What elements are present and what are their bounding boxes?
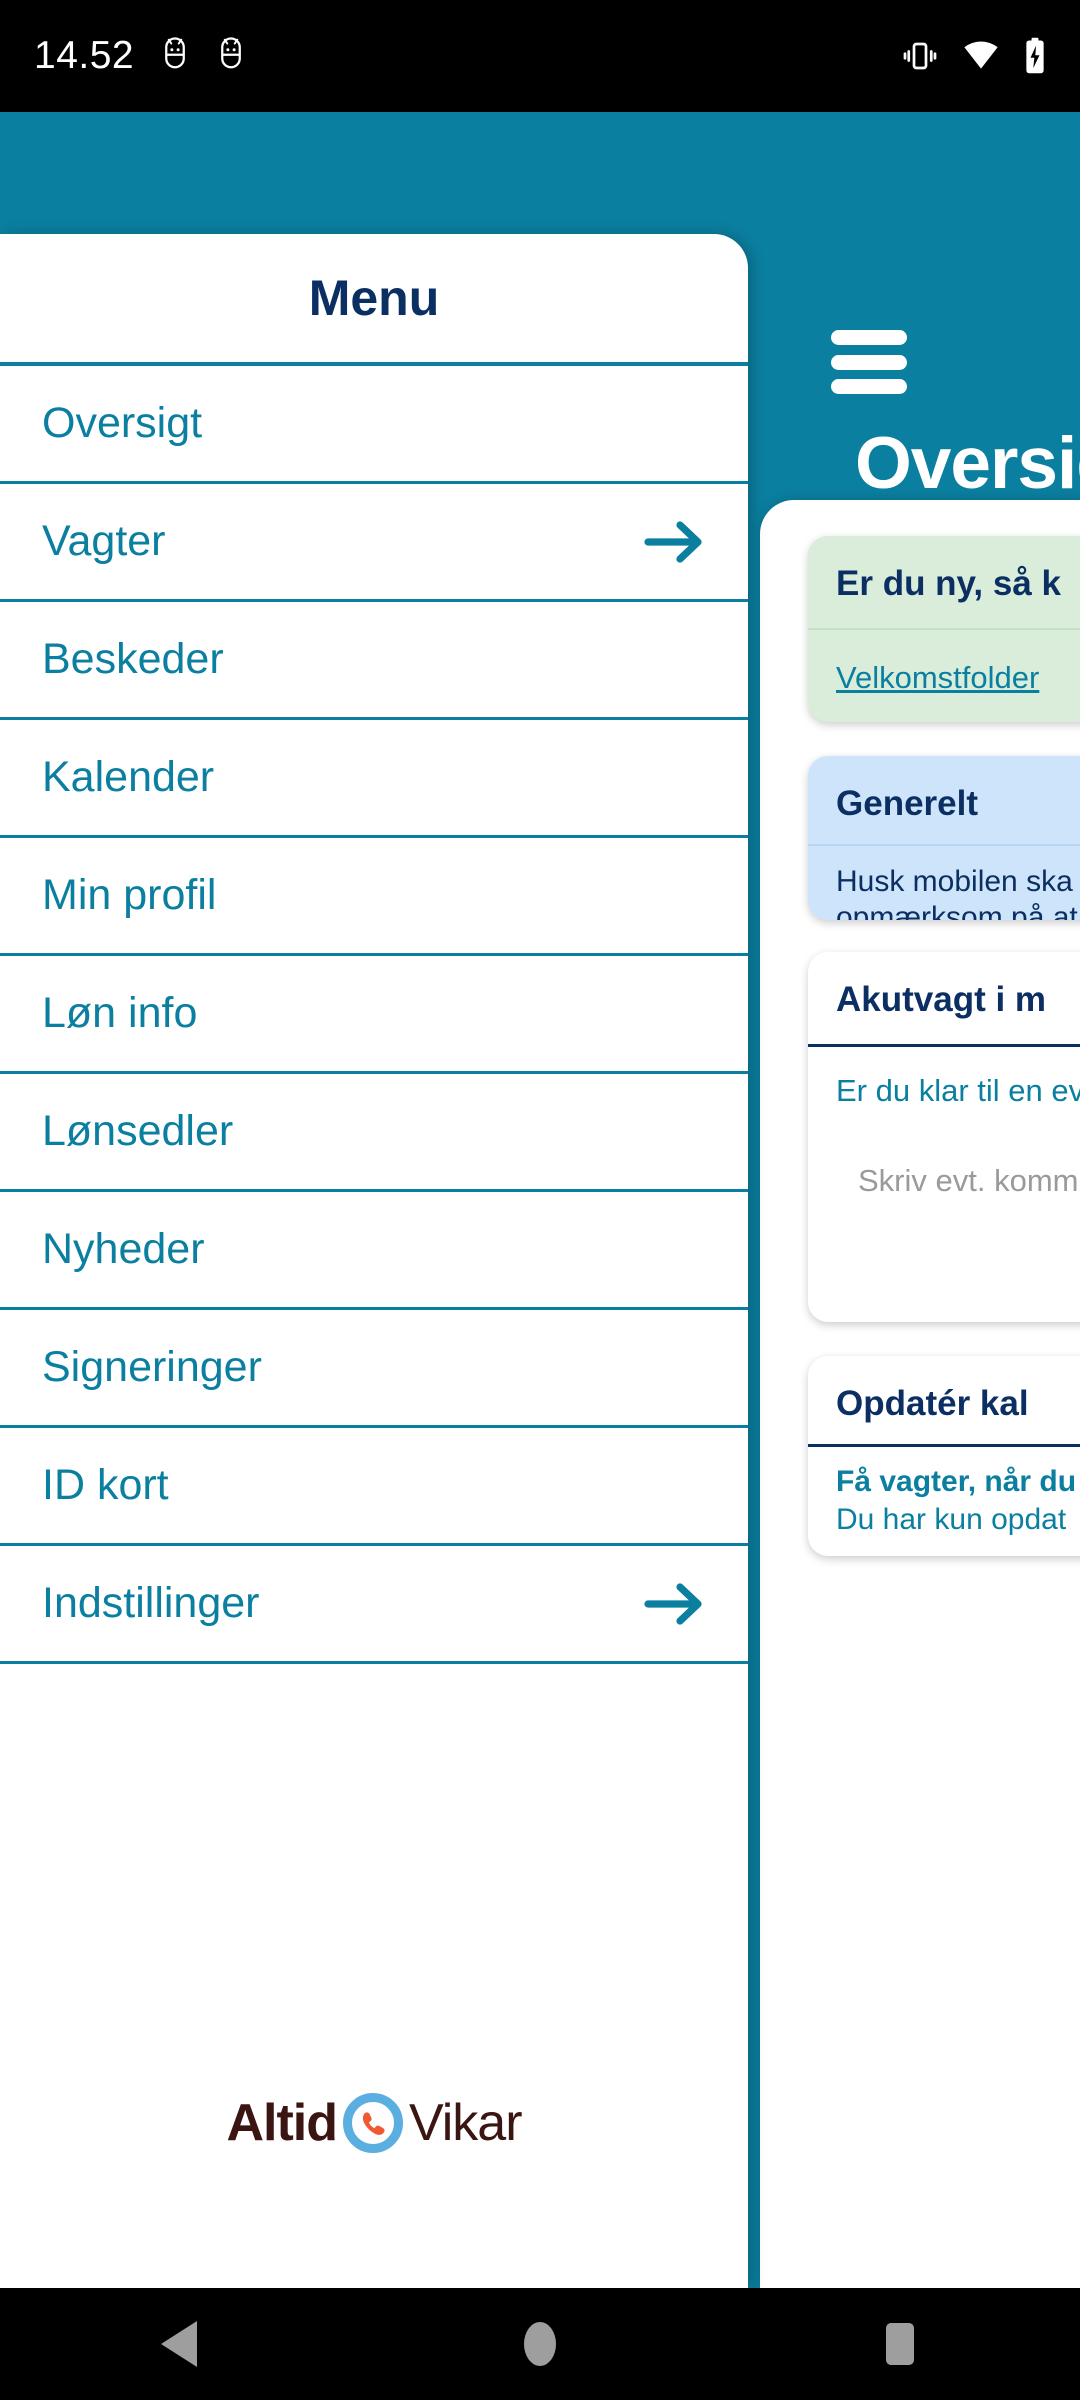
velkomstfolder-link[interactable]: Velkomstfolder: [836, 660, 1039, 695]
recents-square-icon[interactable]: [840, 2288, 960, 2400]
sidebar-item-kalender[interactable]: Kalender: [0, 720, 748, 838]
status-bar: 14.52: [0, 0, 1080, 112]
drawer-title: Menu: [308, 270, 440, 326]
phone-in-circle-icon: [342, 2093, 403, 2153]
akutvagt-comment-input[interactable]: Skriv evt. komm: [858, 1163, 1080, 1199]
brand-word-vikar: Vikar: [408, 2094, 523, 2152]
sidebar-item-signeringer[interactable]: Signeringer: [0, 1310, 748, 1428]
card-welcome: Er du ny, så k Velkomstfolder: [808, 536, 1080, 722]
vibrate-icon: [903, 42, 937, 70]
card-akutvagt-body: Er du klar til en ev Skriv evt. komm: [808, 1047, 1080, 1229]
arrow-right-icon[interactable]: [644, 516, 708, 568]
sidebar-item-oversigt[interactable]: Oversigt: [0, 366, 748, 484]
brand-word-altid: Altid: [226, 2094, 338, 2152]
back-triangle-glyph: [161, 2321, 197, 2367]
sidebar-item-id-kort[interactable]: ID kort: [0, 1428, 748, 1546]
drawer-footer: Altid Vikar: [0, 1958, 748, 2288]
sidebar-item-vagter[interactable]: Vagter: [0, 484, 748, 602]
sidebar-item-label: Beskeder: [42, 635, 224, 683]
sidebar-item-label: Vagter: [42, 517, 166, 565]
status-bar-left: 14.52: [34, 34, 246, 78]
sidebar-item-label: ID kort: [42, 1461, 169, 1509]
app-root: Oversigt Er du ny, så k Velkomstfolder G…: [0, 112, 1080, 2288]
hamburger-bar: [831, 379, 907, 394]
card-akutvagt-title: Akutvagt i m: [808, 952, 1080, 1047]
hamburger-bar: [831, 330, 907, 345]
sidebar-item-loensedler[interactable]: Lønsedler: [0, 1074, 748, 1192]
sidebar-item-label: Nyheder: [42, 1225, 205, 1273]
page-title: Oversigt: [855, 423, 1080, 504]
sidebar-item-beskeder[interactable]: Beskeder: [0, 602, 748, 720]
card-opdater-kalender-title: Opdatér kal: [808, 1356, 1080, 1447]
kalender-headline: Få vagter, når du g: [836, 1465, 1080, 1498]
sidebar-item-label: Min profil: [42, 871, 217, 919]
brand-logo: Altid Vikar: [226, 2093, 523, 2153]
home-circle-icon[interactable]: [480, 2288, 600, 2400]
navigation-drawer: Menu Oversigt Vagter Beskeder Kalender M…: [0, 234, 748, 2288]
sidebar-item-min-profil[interactable]: Min profil: [0, 838, 748, 956]
status-bar-right: [902, 37, 1046, 75]
phone-screen: 14.52 Oversi Er du ny, så k Velkomstfold…: [0, 0, 1080, 2400]
sidebar-item-label: Løn info: [42, 989, 198, 1037]
card-welcome-title: Er du ny, så k: [808, 536, 1080, 630]
sidebar-item-nyheder[interactable]: Nyheder: [0, 1192, 748, 1310]
hamburger-icon[interactable]: [831, 330, 911, 394]
sidebar-item-label: Lønsedler: [42, 1107, 234, 1155]
drawer-header: Menu: [0, 234, 748, 366]
sidebar-item-indstillinger[interactable]: Indstillinger: [0, 1546, 748, 1664]
card-akutvagt: Akutvagt i m Er du klar til en ev Skriv …: [808, 952, 1080, 1322]
sidebar-item-label: Indstillinger: [42, 1579, 260, 1627]
sidebar-item-label: Signeringer: [42, 1343, 262, 1391]
system-navigation-bar: [0, 2288, 1080, 2400]
sidebar-item-label: Kalender: [42, 753, 215, 801]
card-generelt-text: Husk mobilen ska opmærksom på at: [836, 865, 1078, 920]
card-opdater-kalender-body: Få vagter, når du g Du har kun opdat: [808, 1447, 1080, 1556]
status-clock: 14.52: [34, 34, 135, 77]
back-triangle-icon[interactable]: [120, 2288, 240, 2400]
drawer-spacer: [0, 1664, 748, 1958]
sidebar-item-loen-info[interactable]: Løn info: [0, 956, 748, 1074]
android-bug-icon: [165, 37, 185, 69]
wifi-icon: [964, 41, 998, 69]
recents-square-glyph: [886, 2323, 914, 2365]
content-sheet: Er du ny, så k Velkomstfolder Generelt H…: [760, 500, 1080, 2288]
drawer-item-list: Oversigt Vagter Beskeder Kalender Min pr…: [0, 366, 748, 1664]
card-generelt: Generelt Husk mobilen ska opmærksom på a…: [808, 756, 1080, 920]
arrow-right-icon[interactable]: [644, 1578, 708, 1630]
hamburger-bar: [831, 354, 907, 370]
battery-charging-icon: [1026, 37, 1044, 74]
card-generelt-title: Generelt: [808, 756, 1080, 846]
akutvagt-question: Er du klar til en ev: [836, 1073, 1080, 1108]
card-opdater-kalender: Opdatér kal Få vagter, når du g Du har k…: [808, 1356, 1080, 1556]
android-bug-icon: [221, 37, 241, 69]
home-circle-glyph: [524, 2322, 556, 2366]
card-generelt-body: Husk mobilen ska opmærksom på at: [808, 846, 1080, 920]
sidebar-item-label: Oversigt: [42, 399, 203, 447]
card-welcome-body: Velkomstfolder: [808, 630, 1080, 722]
kalender-subline: Du har kun opdat: [836, 1503, 1067, 1536]
